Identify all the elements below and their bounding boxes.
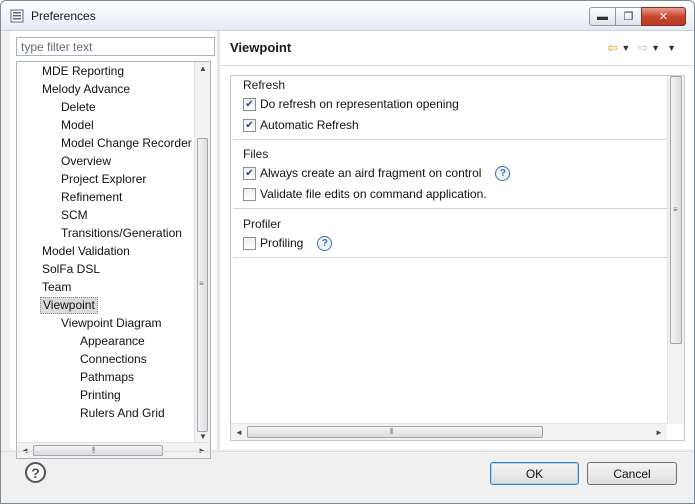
forward-history-dropdown-icon[interactable]: ▼ [651, 43, 660, 53]
tree-horizontal-scrollbar[interactable]: ◄ ⦀ ► [17, 442, 210, 458]
section-title-refresh: Refresh [243, 78, 286, 92]
tree-item[interactable]: Project Explorer [59, 171, 148, 188]
tree-item[interactable]: Model Change Recorder [59, 135, 194, 152]
tree-vertical-scrollbar[interactable]: ▲ ≡ ▼ [194, 62, 210, 443]
option-label: Automatic Refresh [260, 118, 359, 132]
tree-item[interactable]: Overview [59, 153, 113, 170]
tree-item[interactable]: Team [40, 279, 73, 296]
page-navigation: ⇦ ▼ ⇨ ▼ ▼ [607, 40, 680, 56]
preference-page: Viewpoint ⇦ ▼ ⇨ ▼ ▼ Refresh ✔ Do refresh… [220, 31, 694, 449]
option-label: Always create an aird fragment on contro… [260, 166, 482, 180]
tree-item[interactable]: Melody Advance [40, 81, 132, 98]
preference-tree: MDE Reporting Melody Advance Delete Model Mo… [16, 61, 211, 459]
scroll-left-arrow[interactable]: ◄ [231, 428, 247, 437]
tree-item[interactable]: Rulers And Grid [78, 405, 167, 422]
close-icon: ✕ [658, 11, 669, 23]
filter-input[interactable] [16, 37, 215, 56]
help-icon[interactable]: ? [495, 165, 511, 181]
minimize-icon: ▬ [597, 10, 608, 23]
navigation-pane: MDE ReportingMelody AdvanceDeleteModelMo… [10, 31, 217, 459]
footer-separator [1, 451, 694, 452]
scroll-thumb[interactable]: ⦀ [247, 426, 543, 438]
scroll-down-arrow[interactable]: ▼ [195, 432, 210, 441]
page-horizontal-scrollbar[interactable]: ◄ ⦀ ► [231, 423, 667, 440]
option-automatic-refresh[interactable]: ✔ Automatic Refresh [243, 117, 359, 133]
checkbox-validate-file-edits[interactable] [243, 187, 256, 201]
header-separator [220, 65, 694, 66]
close-button[interactable]: ✕ [641, 7, 686, 26]
grip-icon: ≡ [673, 205, 678, 214]
option-label: Validate file edits on command applicati… [260, 187, 487, 201]
option-label: Do refresh on representation opening [260, 97, 459, 111]
checkbox-do-refresh[interactable]: ✔ [243, 97, 256, 111]
tree-item[interactable]: Delete [59, 99, 98, 116]
tree-item[interactable]: Printing [78, 387, 123, 404]
option-profiling[interactable]: Profiling ? [243, 235, 333, 251]
minimize-button[interactable]: ▬ [589, 7, 616, 26]
maximize-button[interactable]: ❐ [615, 7, 642, 26]
section-title-profiler: Profiler [243, 217, 282, 231]
cancel-button[interactable]: Cancel [587, 462, 677, 485]
tree-item[interactable]: SCM [59, 207, 90, 224]
back-history-dropdown-icon[interactable]: ▼ [621, 43, 630, 53]
tree-item[interactable]: Transitions/Generation [59, 225, 184, 242]
ok-button[interactable]: OK [490, 462, 579, 485]
title-bar: Preferences ▬ ❐ ✕ [1, 1, 694, 31]
help-icon[interactable]: ? [317, 235, 333, 251]
preferences-dialog: Preferences ▬ ❐ ✕ MDE ReportingMelody Ad… [0, 0, 695, 504]
option-label: Profiling [260, 236, 304, 250]
page-title: Viewpoint [230, 40, 292, 55]
option-aird-fragment[interactable]: ✔ Always create an aird fragment on cont… [243, 165, 511, 181]
window-controls: ▬ ❐ ✕ [589, 7, 686, 26]
scroll-thumb[interactable]: ≡ [670, 76, 682, 344]
tree-item[interactable]: Model Validation [40, 243, 132, 260]
view-menu-icon[interactable]: ▼ [667, 43, 676, 53]
checkbox-aird-fragment[interactable]: ✔ [243, 166, 256, 180]
tree-item[interactable]: SolFa DSL [40, 261, 102, 278]
option-do-refresh[interactable]: ✔ Do refresh on representation opening [243, 96, 459, 112]
tree-item[interactable]: Appearance [78, 333, 147, 350]
page-vertical-scrollbar[interactable]: ≡ [667, 76, 684, 424]
grip-icon: ⦀ [390, 427, 394, 436]
option-validate-file-edits[interactable]: Validate file edits on command applicati… [243, 186, 487, 202]
checkbox-automatic-refresh[interactable]: ✔ [243, 118, 256, 132]
back-arrow-icon[interactable]: ⇦ [607, 40, 618, 56]
question-icon: ? [31, 464, 40, 481]
tree-item[interactable]: Pathmaps [78, 369, 136, 386]
scroll-up-arrow[interactable]: ▲ [195, 64, 210, 73]
settings-area: Refresh ✔ Do refresh on representation o… [230, 75, 685, 441]
forward-arrow-icon[interactable]: ⇨ [637, 40, 648, 56]
checkbox-profiling[interactable] [243, 236, 256, 250]
tree-item-selected[interactable]: Viewpoint [40, 297, 98, 314]
tree-item[interactable]: Refinement [59, 189, 124, 206]
tree-item[interactable]: Viewpoint Diagram [59, 315, 164, 332]
section-title-files: Files [243, 147, 269, 161]
help-button[interactable]: ? [25, 462, 46, 483]
scroll-thumb[interactable]: ≡ [197, 138, 208, 432]
tree-item[interactable]: MDE Reporting [40, 63, 126, 80]
grip-icon: ≡ [199, 279, 204, 288]
maximize-icon: ❐ [623, 11, 634, 23]
tree-item[interactable]: Model [59, 117, 96, 134]
scroll-right-arrow[interactable]: ► [651, 428, 667, 437]
tree-item[interactable]: Connections [78, 351, 149, 368]
window-title: Preferences [31, 9, 96, 23]
preferences-icon [10, 9, 24, 23]
